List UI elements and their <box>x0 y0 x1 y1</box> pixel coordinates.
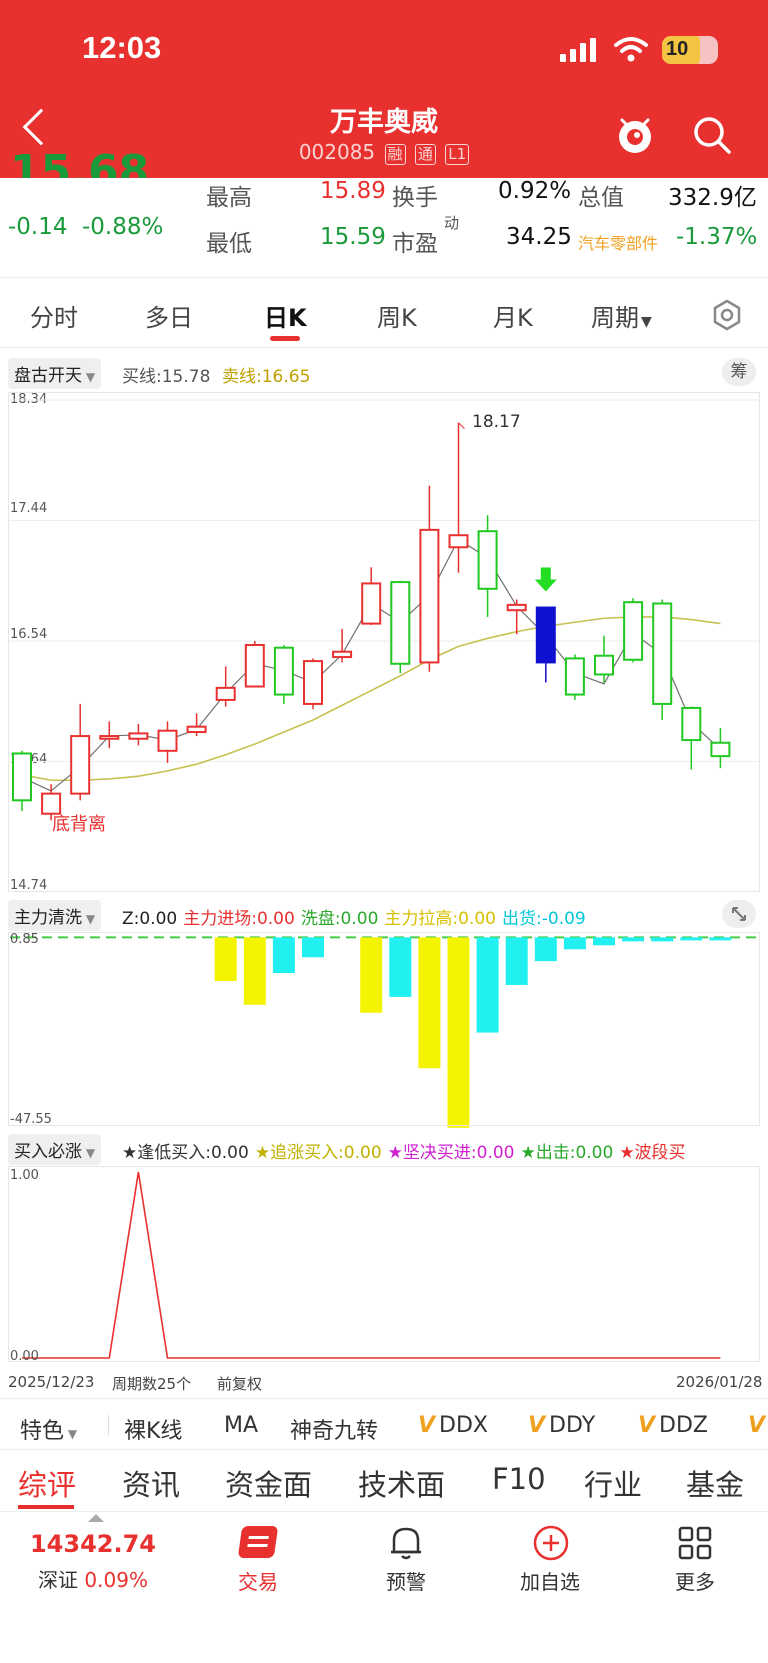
divergence-label: 底背离 <box>52 814 106 835</box>
buy-legend-item: ★坚决买进:0.00 <box>387 1143 515 1163</box>
trade-icon[interactable] <box>237 1526 279 1558</box>
tab-f10[interactable]: F10 <box>492 1462 546 1496</box>
zhuli-legend-item: 主力拉高:0.00 <box>384 909 497 929</box>
candle-body <box>652 602 673 705</box>
end-date: 2026/01/28 <box>676 1373 763 1391</box>
period-count: 周期数25个 <box>112 1375 192 1393</box>
special-label: 特色 <box>20 1419 65 1444</box>
trade-label[interactable]: 交易 <box>218 1566 298 1595</box>
candle-body <box>12 752 32 802</box>
candle-body <box>157 729 178 752</box>
alert-label[interactable]: 预警 <box>366 1566 446 1595</box>
dropdown-icon: ▼ <box>82 1146 96 1160</box>
candle-body <box>594 654 614 676</box>
index-row: 深证 0.09% <box>28 1564 158 1593</box>
index-value[interactable]: 14342.74 <box>28 1530 158 1558</box>
index-change: 0.09% <box>84 1568 148 1592</box>
zhuli-panel <box>8 932 760 1126</box>
add-watch-icon[interactable] <box>532 1524 570 1562</box>
candle-body <box>273 646 294 696</box>
tab-zijinmian[interactable]: 资金面 <box>225 1462 312 1504</box>
candle-body <box>244 644 265 688</box>
candle-body <box>477 530 498 590</box>
candle-body <box>332 650 353 659</box>
zhuli-legend: Z:0.00 主力进场:0.00 洗盘:0.00 主力拉高:0.00 出货:-0.09 <box>122 904 592 929</box>
tab-zongping[interactable]: 综评 <box>18 1462 76 1504</box>
candle-body <box>535 606 556 664</box>
candle-body <box>681 706 702 742</box>
more-label[interactable]: 更多 <box>655 1566 735 1595</box>
special-select[interactable]: 特色 ▼ <box>20 1413 77 1445</box>
candle-body <box>99 735 120 740</box>
zhuli-indicator-select[interactable]: 主力清洗 ▼ <box>8 900 102 931</box>
divider <box>108 1415 109 1435</box>
zhuli-level-0: 0.85 <box>10 932 39 947</box>
dropdown-icon: ▼ <box>64 1427 78 1441</box>
tab-hangye[interactable]: 行业 <box>584 1462 642 1504</box>
expand-icon[interactable] <box>722 900 756 928</box>
adjust-mode[interactable]: 前复权 <box>217 1373 262 1394</box>
buy-legend-item: ★波段买 <box>619 1143 686 1163</box>
tab-jishumian[interactable]: 技术面 <box>358 1462 445 1504</box>
start-date: 2025/12/23 <box>8 1373 95 1391</box>
grid-icon[interactable] <box>678 1526 712 1560</box>
candle-body <box>623 601 644 661</box>
zhuli-legend-item: 出货:-0.09 <box>502 909 586 929</box>
vip-icon: V <box>418 1413 436 1438</box>
candle-body <box>361 582 382 625</box>
zhuli-legend-item: Z:0.00 <box>122 909 178 929</box>
info-tabs: 综评 资讯 资金面 技术面 F10 行业 基金 <box>0 1452 768 1512</box>
candle-body <box>448 534 469 549</box>
zhuli-level-1: -47.55 <box>10 1112 52 1127</box>
zhuli-legend-item: 主力进场:0.00 <box>183 909 295 929</box>
down-arrow-icon <box>534 567 557 592</box>
vip-icon: V <box>638 1413 656 1438</box>
candle-body <box>710 741 731 758</box>
bottom-nav: 14342.74 深证 0.09% 交易 预警 加自选 更多 <box>0 1514 768 1663</box>
zhuli-legend-item: 洗盘:0.00 <box>300 909 379 929</box>
more-indicator-icon[interactable]: V <box>748 1413 768 1438</box>
candle-body <box>215 686 236 701</box>
candle-body <box>303 660 323 705</box>
naked-k-button[interactable]: 裸K线 <box>124 1413 182 1445</box>
dropdown-icon: ▼ <box>82 912 96 926</box>
indicator-bar: 特色 ▼ 裸K线 MA 神奇九转 V DDX V DDY V DDZ V <box>0 1398 768 1450</box>
vip-icon: V <box>528 1413 546 1438</box>
tab-jijin[interactable]: 基金 <box>686 1462 744 1504</box>
candle-body <box>186 725 207 734</box>
index-name: 深证 <box>38 1568 79 1592</box>
ma-button[interactable]: MA <box>224 1413 258 1438</box>
candle-body <box>419 528 440 664</box>
ddz-label: DDZ <box>659 1413 708 1438</box>
zhuli-indicator-label: 主力清洗 <box>14 908 82 928</box>
candle-body <box>128 732 149 740</box>
add-label[interactable]: 加自选 <box>505 1566 595 1595</box>
ddy-label: DDY <box>549 1413 596 1438</box>
vip-icon: V <box>748 1413 766 1438</box>
tab-zixun[interactable]: 资讯 <box>122 1462 180 1504</box>
candle-body <box>390 581 411 665</box>
ddx-button[interactable]: V DDX <box>418 1413 488 1438</box>
buy-level-0: 1.00 <box>10 1168 39 1183</box>
ddx-label: DDX <box>439 1413 488 1438</box>
buy-legend-item: ★追涨买入:0.00 <box>254 1143 382 1163</box>
buy-indicator-label: 买入必涨 <box>14 1142 82 1162</box>
candle-body <box>564 657 585 696</box>
high-marker-tick <box>458 422 465 430</box>
collapse-icon[interactable] <box>88 1514 104 1522</box>
buy-level-1: 0.00 <box>10 1349 39 1364</box>
high-marker-label: 18.17 <box>472 412 521 432</box>
candle-body <box>506 603 527 612</box>
candle-body <box>70 735 91 795</box>
buy-legend-item: ★出击:0.00 <box>520 1143 614 1163</box>
bell-icon[interactable] <box>388 1524 424 1562</box>
nine-turn-button[interactable]: 神奇九转 <box>290 1413 378 1445</box>
info-tab-underline <box>18 1505 74 1509</box>
ddy-button[interactable]: V DDY <box>528 1413 595 1438</box>
buy-indicator-select[interactable]: 买入必涨 ▼ <box>8 1134 102 1165</box>
ddz-button[interactable]: V DDZ <box>638 1413 708 1438</box>
buy-legend: ★逢低买入:0.00 ★追涨买入:0.00 ★坚决买进:0.00 ★出击:0.00 ★波… <box>122 1138 768 1163</box>
buy-panel <box>8 1166 760 1362</box>
buy-legend-item: ★逢低买入:0.00 <box>122 1143 249 1163</box>
